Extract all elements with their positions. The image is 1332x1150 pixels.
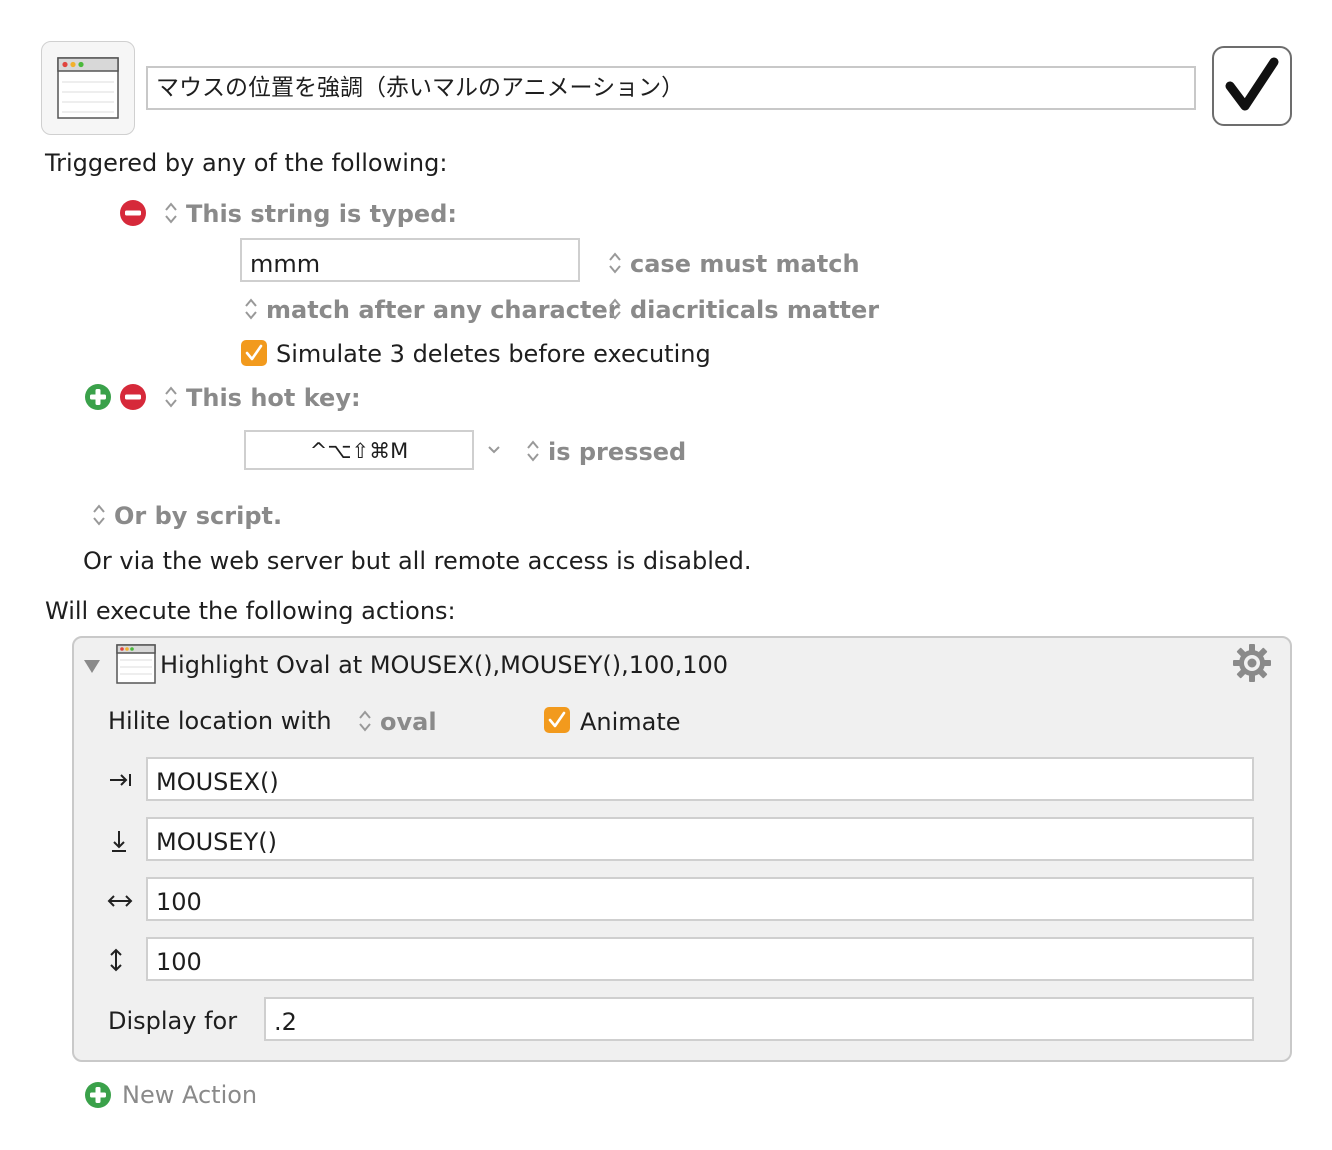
stepper-icon	[165, 202, 177, 224]
arrow-right-to-bar-icon	[110, 774, 131, 786]
remove-trigger-icon[interactable]	[119, 199, 147, 227]
y-position-field[interactable]: MOUSEY()	[146, 817, 1254, 861]
stepper-icon	[359, 710, 371, 732]
remove-trigger-icon[interactable]	[119, 383, 147, 411]
simulate-deletes-checkbox[interactable]	[241, 340, 267, 366]
script-trigger-label: Or by script.	[114, 502, 283, 530]
checkmark-icon	[1225, 57, 1279, 111]
x-position-field[interactable]: MOUSEX()	[146, 757, 1254, 801]
hot-key-state-label: is pressed	[548, 438, 687, 466]
hilite-location-label: Hilite location with	[108, 707, 332, 735]
add-action-icon	[85, 1082, 111, 1108]
case-option-select[interactable]: case must match	[608, 249, 860, 279]
macro-name-field[interactable]: マウスの位置を強調（赤いマルのアニメーション）	[146, 66, 1196, 110]
hot-key-state-select[interactable]: is pressed	[526, 437, 686, 467]
stepper-icon	[609, 252, 621, 274]
shape-select[interactable]: oval	[358, 707, 437, 737]
height-field[interactable]: 100	[146, 937, 1254, 981]
typed-string-label: This string is typed:	[186, 200, 457, 228]
stepper-icon	[93, 504, 105, 526]
macro-enabled-checkbox[interactable]	[1212, 46, 1292, 126]
action-title: Highlight Oval at MOUSEX(),MOUSEY(),100,…	[160, 651, 729, 679]
hot-key-trigger-type[interactable]: This hot key:	[164, 383, 361, 413]
display-for-label: Display for	[108, 1007, 238, 1035]
vertical-resize-icon	[110, 948, 122, 972]
action-window-icon	[116, 644, 156, 684]
stepper-icon	[245, 298, 257, 320]
actions-heading: Will execute the following actions:	[45, 597, 456, 625]
disclosure-triangle-icon[interactable]	[82, 657, 102, 675]
typed-string-input[interactable]: mmm	[240, 238, 580, 282]
macro-icon[interactable]	[41, 41, 135, 135]
window-icon	[57, 57, 119, 119]
simulate-deletes-label: Simulate 3 deletes before executing	[276, 340, 711, 368]
animate-label: Animate	[580, 708, 681, 736]
checkmark-icon	[548, 711, 566, 728]
web-server-text: Or via the web server but all remote acc…	[83, 547, 752, 575]
diacriticals-option-label: diacriticals matter	[630, 296, 880, 324]
shape-label: oval	[380, 708, 437, 736]
hot-key-field[interactable]: ^⌥⇧⌘M	[244, 430, 474, 470]
chevron-down-icon[interactable]	[486, 444, 502, 456]
horizontal-resize-icon	[107, 895, 133, 907]
display-duration-field[interactable]: .2	[264, 997, 1254, 1041]
gear-icon[interactable]	[1232, 643, 1272, 683]
width-field[interactable]: 100	[146, 877, 1254, 921]
script-trigger-select[interactable]: Or by script.	[92, 501, 282, 531]
typed-string-trigger-type[interactable]: This string is typed:	[164, 199, 457, 229]
checkmark-icon	[245, 344, 263, 361]
animate-checkbox[interactable]	[544, 707, 570, 733]
new-action-label: New Action	[122, 1081, 258, 1109]
stepper-icon	[527, 440, 539, 462]
add-trigger-icon[interactable]	[84, 383, 112, 411]
triggers-heading: Triggered by any of the following:	[45, 149, 448, 177]
hot-key-label: This hot key:	[186, 384, 361, 412]
diacriticals-option-select[interactable]: diacriticals matter	[608, 295, 879, 325]
new-action-button[interactable]: New Action	[84, 1080, 284, 1110]
case-option-label: case must match	[630, 250, 860, 278]
match-option-label: match after any character	[266, 296, 620, 324]
match-option-select[interactable]: match after any character	[244, 295, 620, 325]
stepper-icon	[165, 386, 177, 408]
stepper-icon	[609, 298, 621, 320]
arrow-down-to-bar-icon	[112, 831, 126, 852]
